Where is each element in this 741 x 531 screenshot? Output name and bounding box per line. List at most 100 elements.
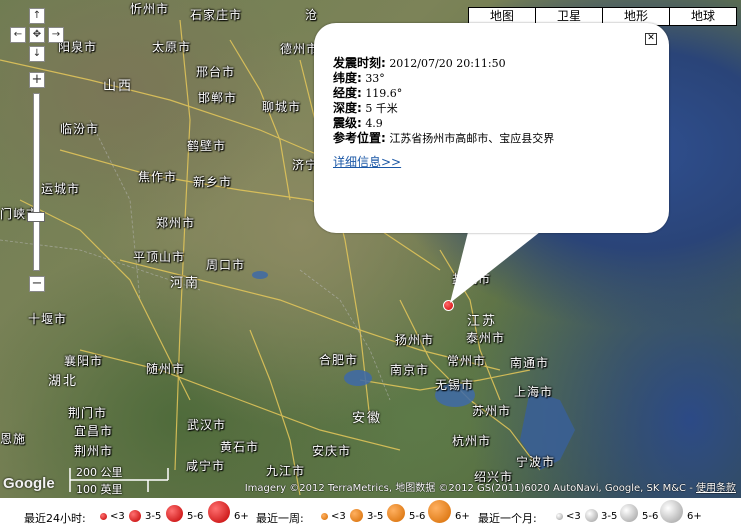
legend-bar: 最近24小时: <3 3-5 5-6 6+ 最近一周: <3 3-5 5-6 6… [0, 498, 741, 531]
earthquake-marker[interactable] [443, 300, 454, 311]
legend-24h-dot-6plus [208, 501, 230, 523]
city-ningbo: 宁波市 [516, 455, 556, 469]
pan-up-icon[interactable]: ↑ [29, 8, 45, 24]
province-anhui: 安徽 [352, 411, 383, 426]
scale-mi-label: 100 英里 [76, 483, 123, 496]
city-xinxiang: 新乡市 [193, 175, 233, 189]
city-shanghai: 上海市 [514, 385, 554, 399]
info-mag-label: 震级: [333, 116, 362, 130]
legend-month-dot-3-5 [585, 509, 598, 522]
city-yancheng: 盐城市 [452, 272, 492, 286]
city-wuxi: 无锡市 [435, 378, 475, 392]
info-lon-label: 经度: [333, 86, 362, 100]
city-suizhou: 随州市 [146, 362, 186, 376]
city-zhengzhou: 郑州市 [156, 216, 196, 230]
info-time-value: 2012/07/20 20:11:50 [389, 57, 506, 70]
legend-month-dot-lt3 [556, 513, 563, 520]
legend-week-level-lt3: <3 [331, 511, 346, 522]
legend-week-dot-3-5 [350, 509, 363, 522]
terms-of-use-link[interactable]: 使用条款 [696, 483, 736, 494]
city-nanjing: 南京市 [390, 363, 430, 377]
city-hangzhou: 杭州市 [452, 434, 492, 448]
legend-month-level-3-5: 3-5 [601, 511, 618, 522]
city-liaocheng: 聊城市 [262, 100, 302, 114]
city-yangzhou: 扬州市 [395, 333, 435, 347]
map-view[interactable]: 忻州市 石家庄市 沧 阳泉市 太原市 德州市 邢台市 山西 邯郸市 聊城市 临汾… [0, 0, 741, 498]
city-jingmen: 荆门市 [68, 406, 108, 420]
detail-info-link[interactable]: 详细信息>> [333, 153, 401, 170]
info-location-row: 参考位置: 江苏省扬州市高邮市、宝应县交界 [333, 129, 554, 146]
legend-week-level-5-6: 5-6 [409, 511, 426, 522]
legend-month-level-lt3: <3 [566, 511, 581, 522]
info-lat-label: 纬度: [333, 71, 362, 85]
city-xiangyang: 襄阳市 [64, 354, 104, 368]
zoom-out-button[interactable]: − [29, 276, 45, 292]
city-xianning: 咸宁市 [186, 459, 226, 473]
google-logo[interactable]: Google [3, 475, 55, 492]
city-handan: 邯郸市 [198, 91, 238, 105]
city-shiyan: 十堰市 [28, 312, 68, 326]
legend-month-level-6plus: 6+ [687, 511, 702, 522]
zoom-slider-thumb[interactable] [27, 212, 45, 222]
legend-24h-level-3-5: 3-5 [145, 511, 162, 522]
city-zhoukou: 周口市 [206, 258, 246, 272]
legend-24h-dot-5-6 [166, 505, 183, 522]
city-wuhan: 武汉市 [187, 418, 227, 432]
attribution-text: Imagery ©2012 TerraMetrics, 地图数据 ©2012 G… [244, 483, 696, 494]
legend-month-dot-6plus [660, 500, 683, 523]
info-time-label: 发震时刻: [333, 56, 386, 70]
legend-week-dot-lt3 [321, 513, 328, 520]
legend-week-dot-5-6 [387, 504, 405, 522]
city-hefei: 合肥市 [319, 353, 359, 367]
legend-month-dot-5-6 [620, 504, 638, 522]
province-jiangsu: 江苏 [467, 314, 498, 329]
city-shijiazhuang: 石家庄市 [190, 8, 243, 22]
info-window: ✕ 发震时刻: 2012/07/20 20:11:50 纬度: 33° 经度: … [314, 23, 669, 233]
legend-24h-dot-lt3 [100, 513, 107, 520]
map-type-earth-button[interactable]: 地球 [669, 7, 737, 26]
attribution: Imagery ©2012 TerraMetrics, 地图数据 ©2012 G… [245, 479, 736, 494]
province-hubei: 湖北 [48, 374, 79, 389]
city-xingzhou: 忻州市 [130, 2, 170, 16]
city-yuncheng: 运城市 [41, 182, 81, 196]
city-huangshi: 黄石市 [220, 440, 260, 454]
city-enshi: 恩施 [0, 432, 27, 446]
legend-24h-level-6plus: 6+ [234, 511, 249, 522]
legend-month-label: 最近一个月: [478, 512, 537, 525]
city-cangzhou: 沧 [305, 8, 319, 22]
pan-down-icon[interactable]: ↓ [29, 46, 45, 62]
city-xingtai: 邢台市 [196, 65, 236, 79]
city-jingzhou: 荆州市 [74, 444, 114, 458]
city-taizhou: 泰州市 [466, 331, 506, 345]
legend-week-label: 最近一周: [256, 512, 304, 525]
city-linfen: 临汾市 [60, 122, 100, 136]
city-changzhou: 常州市 [447, 354, 487, 368]
pan-right-icon[interactable]: → [48, 27, 64, 43]
zoom-in-button[interactable]: + [29, 72, 45, 88]
city-yichang: 宜昌市 [74, 424, 114, 438]
legend-24h-dot-3-5 [129, 510, 141, 522]
city-hebi: 鹤壁市 [187, 139, 227, 153]
info-location-value: 江苏省扬州市高邮市、宝应县交界 [389, 132, 555, 145]
zoom-slider-track[interactable] [33, 93, 40, 271]
pan-center-icon[interactable]: ✥ [29, 27, 45, 43]
legend-week-level-6plus: 6+ [455, 511, 470, 522]
city-suzhou: 苏州市 [472, 404, 512, 418]
close-icon[interactable]: ✕ [645, 33, 657, 45]
city-pingdingshan: 平顶山市 [133, 250, 186, 264]
city-nantong: 南通市 [510, 356, 550, 370]
legend-week-dot-6plus [428, 500, 451, 523]
city-jiujiang: 九江市 [266, 464, 306, 478]
legend-24h-level-lt3: <3 [110, 511, 125, 522]
pan-left-icon[interactable]: ← [10, 27, 26, 43]
info-depth-label: 深度: [333, 101, 362, 115]
province-henan: 河南 [170, 276, 201, 291]
city-jiaozuo: 焦作市 [138, 170, 178, 184]
scale-km-label: 200 公里 [76, 466, 123, 479]
legend-week-level-3-5: 3-5 [367, 511, 384, 522]
legend-24h-level-5-6: 5-6 [187, 511, 204, 522]
legend-month-level-5-6: 5-6 [642, 511, 659, 522]
city-taiyuan: 太原市 [152, 40, 192, 54]
province-shanxi: 山西 [103, 79, 134, 94]
legend-24h-label: 最近24小时: [24, 512, 86, 525]
